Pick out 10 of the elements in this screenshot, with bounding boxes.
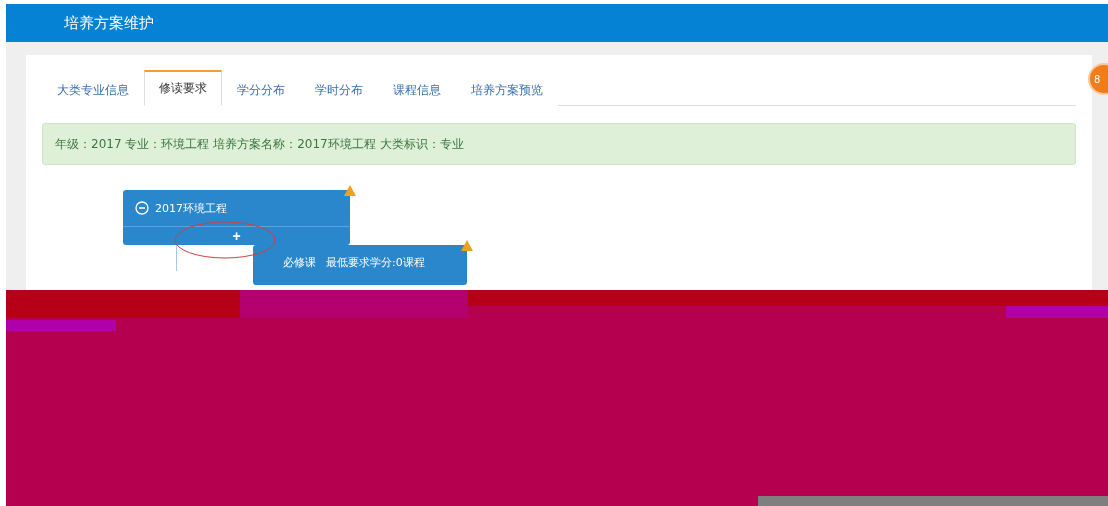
collapse-icon[interactable] — [135, 201, 149, 215]
node-label: 必修课 — [283, 255, 316, 270]
add-button[interactable]: + — [224, 227, 249, 245]
node-label: 2017环境工程 — [155, 200, 227, 216]
info-banner: 年级：2017 专业：环境工程 培养方案名称：2017环境工程 大类标识：专业 — [42, 123, 1076, 165]
page-title: 培养方案维护 — [64, 13, 154, 33]
tab[interactable]: 修读要求 — [144, 70, 222, 106]
warning-icon — [461, 240, 473, 251]
node-requirement: 最低要求学分:0课程 — [326, 255, 425, 270]
warning-icon — [344, 185, 356, 196]
